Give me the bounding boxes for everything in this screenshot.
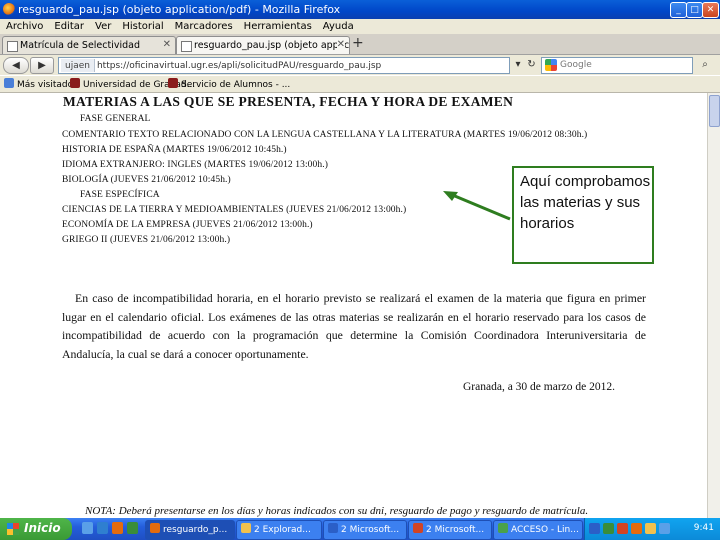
- navigation-bar: ◀ ▶ ujaen https://oficinavirtual.ugr.es/a…: [0, 55, 720, 75]
- subject-line: BIOLOGÍA (JUEVES 21/06/2012 10:45h.): [62, 175, 231, 185]
- url-text: https://oficinavirtual.ugr.es/apli/solic…: [96, 61, 382, 71]
- firefox-icon: [3, 3, 15, 15]
- app-icon: [498, 523, 508, 533]
- maximize-button[interactable]: □: [686, 2, 703, 18]
- subject-line: HISTORIA DE ESPAÑA (MARTES 19/06/2012 10…: [62, 145, 287, 155]
- search-placeholder: Google: [560, 60, 592, 70]
- page-icon: [181, 41, 192, 52]
- section-label: FASE GENERAL: [80, 114, 151, 124]
- quicklaunch-ie-icon[interactable]: [97, 522, 108, 534]
- start-label: Inicio: [24, 521, 61, 535]
- subject-line: IDIOMA EXTRANJERO: INGLES (MARTES 19/06/…: [62, 160, 328, 170]
- vertical-scrollbar[interactable]: [707, 93, 720, 518]
- task-acceso[interactable]: ACCESO - Lin...: [493, 520, 583, 540]
- task-firefox[interactable]: resguardo_p...: [145, 520, 235, 540]
- document-date: Granada, a 30 de marzo de 2012.: [463, 381, 615, 393]
- university-icon: [70, 78, 80, 88]
- folder-icon: [241, 523, 251, 533]
- task-label: 2 Explorad...: [254, 525, 311, 535]
- task-label: ACCESO - Lin...: [511, 525, 579, 535]
- tab-label: Matrícula de Selectividad: [20, 40, 140, 51]
- subject-line: COMENTARIO TEXTO RELACIONADO CON LA LENG…: [62, 130, 588, 140]
- subject-line: GRIEGO II (JUEVES 21/06/2012 13:00h.): [62, 235, 231, 245]
- back-button[interactable]: ◀: [3, 57, 29, 74]
- word-icon: [328, 523, 338, 533]
- annotation-callout: Aquí comprobamos las materias y sus hora…: [512, 166, 654, 264]
- tab-label: resguardo_pau.jsp (objeto application/pd…: [194, 40, 350, 51]
- bookmark-label: Más visitados: [17, 80, 78, 90]
- tab-close-icon[interactable]: ✕: [336, 39, 345, 50]
- tab-bar: Matrícula de Selectividad ✕ resguardo_pa…: [0, 34, 720, 55]
- task-label: resguardo_p...: [163, 525, 228, 535]
- dropdown-icon[interactable]: ▾: [512, 57, 524, 72]
- reload-icon[interactable]: ↻: [525, 57, 538, 72]
- forward-button[interactable]: ▶: [30, 57, 54, 74]
- menu-bar: Archivo Editar Ver Historial Marcadores Herra…: [0, 19, 720, 34]
- page-icon: [7, 41, 18, 52]
- search-input[interactable]: Google: [541, 57, 693, 74]
- system-tray: 9:41: [584, 518, 720, 540]
- window-title: resguardo_pau.jsp (objeto application/pd…: [18, 3, 341, 16]
- bookmark-label: Servicio de Alumnos - ...: [181, 80, 291, 90]
- scrollbar-thumb[interactable]: [709, 95, 720, 127]
- menu-historial[interactable]: Historial: [116, 19, 168, 32]
- callout-arrow-icon: [443, 191, 511, 221]
- incompatibility-paragraph: En caso de incompatibilidad horaria, en …: [62, 291, 646, 361]
- quicklaunch-desktop-icon[interactable]: [82, 522, 93, 534]
- minimize-button[interactable]: _: [670, 2, 687, 18]
- tab-matricula[interactable]: Matrícula de Selectividad ✕: [2, 36, 176, 54]
- subject-line: CIENCIAS DE LA TIERRA Y MEDIOAMBIENTALES…: [62, 205, 407, 215]
- tab-resguardo[interactable]: resguardo_pau.jsp (objeto application/pd…: [176, 36, 350, 54]
- university-icon: [168, 78, 178, 88]
- task-label: 2 Microsoft...: [426, 525, 485, 535]
- pdf-viewer[interactable]: MATERIAS A LAS QUE SE PRESENTA, FECHA Y …: [0, 93, 720, 518]
- start-button[interactable]: Inicio: [0, 518, 72, 540]
- menu-editar[interactable]: Editar: [48, 19, 89, 32]
- document-heading: MATERIAS A LAS QUE SE PRESENTA, FECHA Y …: [63, 94, 514, 109]
- section-label: FASE ESPECÍFICA: [80, 190, 160, 200]
- menu-archivo[interactable]: Archivo: [0, 19, 48, 32]
- firefox-icon: [150, 523, 160, 533]
- menu-ayuda[interactable]: Ayuda: [317, 19, 359, 32]
- firefox-tray-icon[interactable]: [631, 523, 642, 534]
- search-icon[interactable]: ⌕: [697, 57, 713, 72]
- antivirus-icon[interactable]: [617, 523, 628, 534]
- quicklaunch-firefox-icon[interactable]: [112, 522, 123, 534]
- task-word[interactable]: 2 Microsoft...: [323, 520, 407, 540]
- network-icon[interactable]: [603, 523, 614, 534]
- google-icon: [545, 59, 557, 71]
- powerpoint-icon: [413, 523, 423, 533]
- menu-marcadores[interactable]: Marcadores: [169, 19, 238, 32]
- subject-line: ECONOMÍA DE LA EMPRESA (JUEVES 21/06/201…: [62, 220, 313, 230]
- bookmarks-bar: Más visitados Universidad de Granad... S…: [0, 76, 720, 93]
- bookmark-folder-icon: [4, 78, 14, 88]
- bookmark-mas-visitados[interactable]: Más visitados: [4, 78, 78, 90]
- quicklaunch-app-icon[interactable]: [127, 522, 138, 534]
- word-tray-icon[interactable]: [589, 523, 600, 534]
- menu-ver[interactable]: Ver: [89, 19, 116, 32]
- volume-icon[interactable]: [659, 523, 670, 534]
- task-explorer[interactable]: 2 Explorad...: [236, 520, 322, 540]
- clock: 9:41: [693, 523, 714, 533]
- task-label: 2 Microsoft...: [341, 525, 400, 535]
- document-note: NOTA: Deberá presentarse en los días y h…: [85, 505, 589, 517]
- taskbar: Inicio resguardo_p... 2 Explorad... 2 Mi…: [0, 518, 720, 540]
- security-icon[interactable]: [645, 523, 656, 534]
- windows-flag-icon: [7, 523, 19, 535]
- menu-herramientas[interactable]: Herramientas: [238, 19, 317, 32]
- tab-close-icon[interactable]: ✕: [163, 39, 171, 50]
- new-tab-button[interactable]: +: [352, 35, 364, 51]
- window-title-bar: resguardo_pau.jsp (objeto application/pd…: [0, 0, 720, 19]
- url-bar[interactable]: ujaen https://oficinavirtual.ugr.es/apli/…: [58, 57, 510, 74]
- bookmark-servicio-alumnos[interactable]: Servicio de Alumnos - ...: [168, 78, 290, 90]
- site-identity[interactable]: ujaen: [61, 59, 95, 72]
- task-powerpoint[interactable]: 2 Microsoft...: [408, 520, 492, 540]
- close-button[interactable]: ✕: [702, 2, 719, 18]
